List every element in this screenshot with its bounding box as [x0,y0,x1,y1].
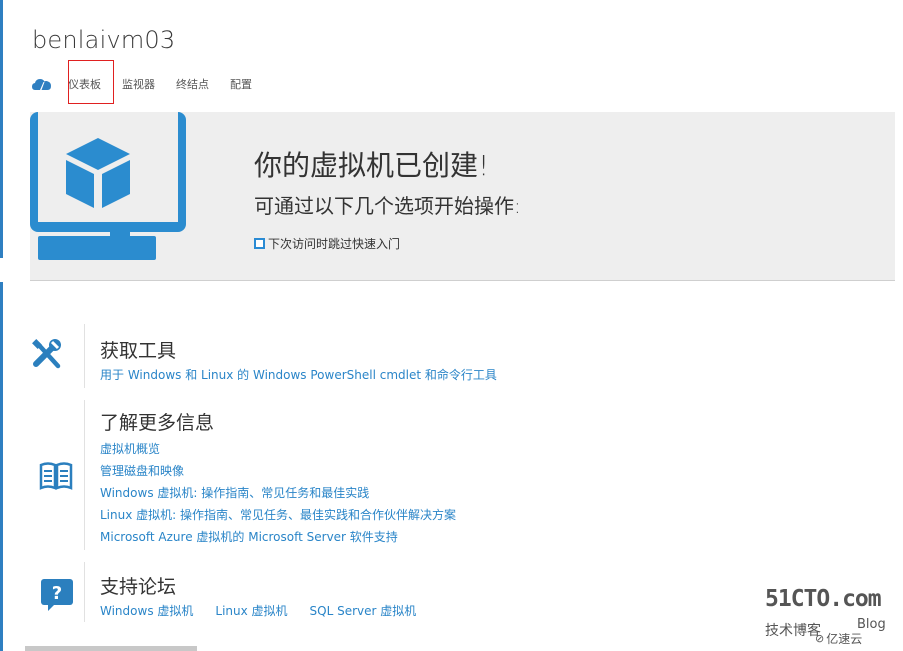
learn-link-vm-overview[interactable]: 虚拟机概览 [100,440,160,457]
question-bubble-icon: ? [41,579,73,611]
watermark-brand-text: 亿速云 [826,632,863,646]
learn-link-server-support[interactable]: Microsoft Azure 虚拟机的 Microsoft Server 软件… [100,528,398,545]
learn-divider [84,400,85,550]
book-icon [39,462,73,490]
skip-quickstart-option[interactable]: 下次访问时跳过快速入门 [254,235,400,252]
learn-link-linux-vm[interactable]: Linux 虚拟机: 操作指南、常见任务、最佳实践和合作伙伴解决方案 [100,506,456,523]
cloud-icon[interactable] [32,77,52,91]
left-accent-bar-bottom [0,282,3,651]
bottom-scrollbar[interactable] [25,646,197,651]
tools-link-powershell[interactable]: 用于 Windows 和 Linux 的 Windows PowerShell … [100,366,497,383]
left-accent-bar-top [0,0,3,258]
monitor-cube-icon [30,112,186,260]
forum-link-linux[interactable]: Linux 虚拟机 [215,602,287,619]
skip-quickstart-checkbox[interactable] [254,238,265,249]
learn-link-disks-images[interactable]: 管理磁盘和映像 [100,462,184,479]
hero-heading: 你的虚拟机已创建! [254,149,490,182]
forum-links: Windows 虚拟机 Linux 虚拟机 SQL Server 虚拟机 [100,602,438,619]
watermark: 51CTO.com 技术博客 Blog ⊘ 亿速云 [765,586,895,648]
tools-divider [84,324,85,388]
tools-section-title: 获取工具 [100,340,177,362]
forum-link-windows[interactable]: Windows 虚拟机 [100,602,193,619]
forums-section-title: 支持论坛 [100,576,177,598]
skip-quickstart-label: 下次访问时跳过快速入门 [268,237,401,251]
forum-link-sql-server[interactable]: SQL Server 虚拟机 [310,602,417,619]
watermark-sub: 技术博客 [765,623,821,639]
quickstart-hero: 你的虚拟机已创建! 可通过以下几个选项开始操作: 下次访问时跳过快速入门 [30,112,895,281]
svg-text:?: ? [52,583,62,604]
hero-subheading: 可通过以下几个选项开始操作: [254,194,521,218]
tab-highlight-box [68,60,114,104]
forums-divider [84,562,85,622]
tab-endpoints[interactable]: 终结点 [176,76,209,92]
learn-link-windows-vm[interactable]: Windows 虚拟机: 操作指南、常见任务和最佳实践 [100,484,369,501]
learn-section-title: 了解更多信息 [100,412,215,434]
tab-monitor[interactable]: 监视器 [122,76,155,92]
tools-icon [32,339,61,369]
yisu-logo-icon: ⊘ [815,632,825,645]
vm-title: benlaivm03 [32,26,176,54]
tab-configure[interactable]: 配置 [230,76,252,92]
watermark-brand: ⊘ 亿速云 [815,630,862,647]
watermark-logo: 51CTO.com [765,586,882,612]
